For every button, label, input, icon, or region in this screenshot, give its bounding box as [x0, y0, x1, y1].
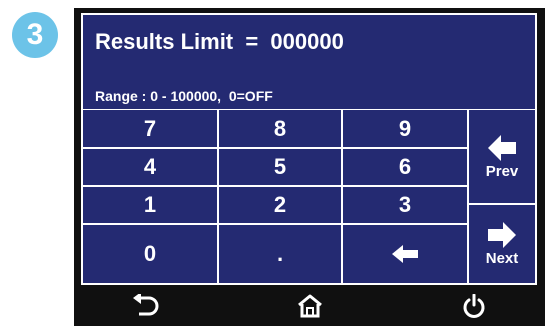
key-9[interactable]: 9	[341, 109, 469, 149]
back-arrow-icon	[133, 294, 159, 316]
key-2[interactable]: 2	[217, 185, 343, 225]
keypad-screen: Results Limit = 000000 Range : 0 - 10000…	[81, 13, 537, 285]
key-decimal-point[interactable]: .	[217, 223, 343, 285]
range-info: Range : 0 - 100000, 0=OFF	[95, 88, 273, 104]
key-1[interactable]: 1	[81, 185, 219, 225]
power-button[interactable]	[444, 286, 504, 326]
bottom-nav-bar	[74, 286, 545, 326]
key-4[interactable]: 4	[81, 147, 219, 187]
next-button[interactable]: Next	[467, 203, 537, 285]
device-display: Results Limit = 000000 Range : 0 - 10000…	[74, 8, 545, 326]
key-7[interactable]: 7	[81, 109, 219, 149]
step-number-badge: 3	[12, 12, 58, 58]
key-6[interactable]: 6	[341, 147, 469, 187]
key-8[interactable]: 8	[217, 109, 343, 149]
power-icon	[463, 294, 485, 318]
home-button[interactable]	[280, 286, 340, 326]
right-arrow-icon	[488, 221, 516, 248]
prev-button[interactable]: Prev	[467, 109, 537, 205]
key-0[interactable]: 0	[81, 223, 219, 285]
key-3[interactable]: 3	[341, 185, 469, 225]
key-5[interactable]: 5	[217, 147, 343, 187]
backspace-arrow-icon	[392, 245, 418, 263]
results-limit-title: Results Limit = 000000	[95, 29, 344, 54]
home-icon	[298, 294, 322, 318]
prev-label: Prev	[485, 162, 519, 180]
left-arrow-icon	[488, 134, 516, 161]
back-button[interactable]	[116, 286, 176, 326]
backspace-button[interactable]	[341, 223, 469, 285]
next-label: Next	[485, 249, 519, 267]
